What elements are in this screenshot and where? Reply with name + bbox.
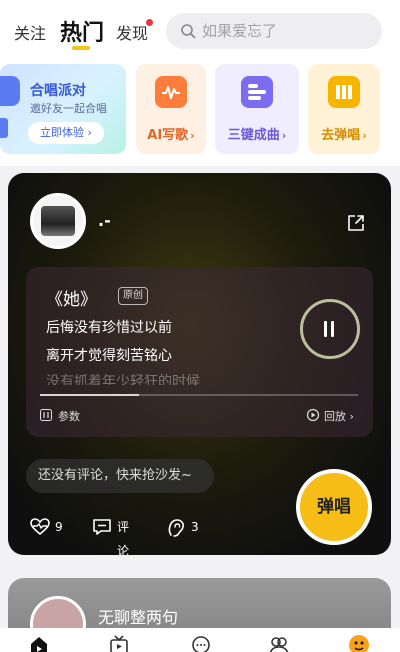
avatar-photo <box>41 206 75 236</box>
replay-icon[interactable] <box>306 408 320 422</box>
chorus-party-title: 合唱派对 <box>30 83 86 99</box>
top-nav: 关注 热门 发现 <box>0 0 400 60</box>
play-sing-icon <box>328 76 360 108</box>
comment-icon <box>93 519 111 535</box>
replay-label[interactable]: 回放 › <box>324 408 354 424</box>
chorus-party-card[interactable]: 合唱派对 邀好友一起合唱 立即体验 › <box>0 64 126 154</box>
home-icon[interactable] <box>28 634 50 652</box>
playback-progress-fill <box>40 394 139 396</box>
lyric-line: 没有抓着年少轻狂的时候 <box>46 374 200 385</box>
song-title: 《她》 <box>46 290 97 310</box>
params-label[interactable]: 参数 <box>58 408 80 424</box>
ai-write-song-card[interactable]: AI写歌 › <box>136 64 206 154</box>
search-icon <box>181 24 196 39</box>
search-input[interactable] <box>202 21 362 41</box>
song-post-card[interactable]: .- 《她》 原创 后悔没有珍惜过以前 离开才觉得刻苦铭心 没有抓着年少轻狂的时… <box>8 173 391 555</box>
ai-write-icon <box>155 76 187 108</box>
tab-discover[interactable]: 发现 <box>116 20 148 44</box>
comment-label: 评论 <box>117 520 130 555</box>
original-badge: 原创 <box>118 287 148 305</box>
app-screen: 关注 热门 发现 合唱派对 邀好友一起合唱 立即体验 › AI写歌› <box>0 0 400 652</box>
card-edge-decoration <box>0 118 8 138</box>
share-icon[interactable] <box>346 213 366 233</box>
bottom-tab-bar <box>0 628 400 652</box>
avatar[interactable] <box>30 193 86 249</box>
listen-count: 3 <box>191 520 199 534</box>
friends-icon[interactable] <box>268 634 290 652</box>
tv-icon[interactable] <box>108 634 130 652</box>
lyric-line: 后悔没有珍惜过以前 <box>46 320 172 336</box>
next-post-title: 无聊整两句 <box>98 608 179 627</box>
go-sing-card[interactable]: 去弹唱 › <box>308 64 380 154</box>
try-now-label: 立即体验 <box>40 126 85 139</box>
pause-button[interactable] <box>300 299 360 359</box>
feature-row: 合唱派对 邀好友一起合唱 立即体验 › AI写歌 › 三键成曲 › 去弹唱 › <box>0 60 400 166</box>
chorus-icon <box>0 76 20 106</box>
active-tab-indicator <box>72 46 90 50</box>
username[interactable]: .- <box>98 211 111 230</box>
heart-wave-icon <box>30 518 50 536</box>
ai-write-song-label: AI写歌 › <box>147 128 195 143</box>
params-icon[interactable] <box>40 409 52 421</box>
three-key-song-label: 三键成曲 › <box>227 128 287 143</box>
go-sing-label: 去弹唱 › <box>321 128 367 143</box>
chevron-right-icon: › <box>281 129 287 142</box>
tab-hot[interactable]: 热门 <box>60 15 104 47</box>
tab-follow[interactable]: 关注 <box>14 20 46 44</box>
message-icon[interactable] <box>190 634 212 652</box>
chevron-right-icon: › <box>87 126 92 139</box>
sing-along-button[interactable]: 弹唱 <box>296 469 372 545</box>
three-key-song-card[interactable]: 三键成曲 › <box>215 64 299 154</box>
search-bar[interactable] <box>166 13 382 49</box>
chevron-right-icon: › <box>349 410 354 423</box>
playback-progress-bar[interactable] <box>40 394 358 396</box>
chevron-right-icon: › <box>190 129 195 142</box>
like-count: 9 <box>55 520 63 534</box>
comment-input-pill[interactable]: 还没有评论，快来抢沙发~ <box>26 459 214 493</box>
chevron-right-icon: › <box>362 129 367 142</box>
chorus-party-subtitle: 邀好友一起合唱 <box>30 102 107 115</box>
notification-dot <box>146 19 153 26</box>
pause-icon <box>324 321 336 337</box>
profile-avatar-icon[interactable] <box>348 634 370 652</box>
three-key-icon <box>241 76 273 108</box>
ear-icon <box>168 519 184 537</box>
lyric-line: 离开才觉得刻苦铭心 <box>46 348 172 364</box>
try-now-button[interactable]: 立即体验 › <box>28 122 104 144</box>
